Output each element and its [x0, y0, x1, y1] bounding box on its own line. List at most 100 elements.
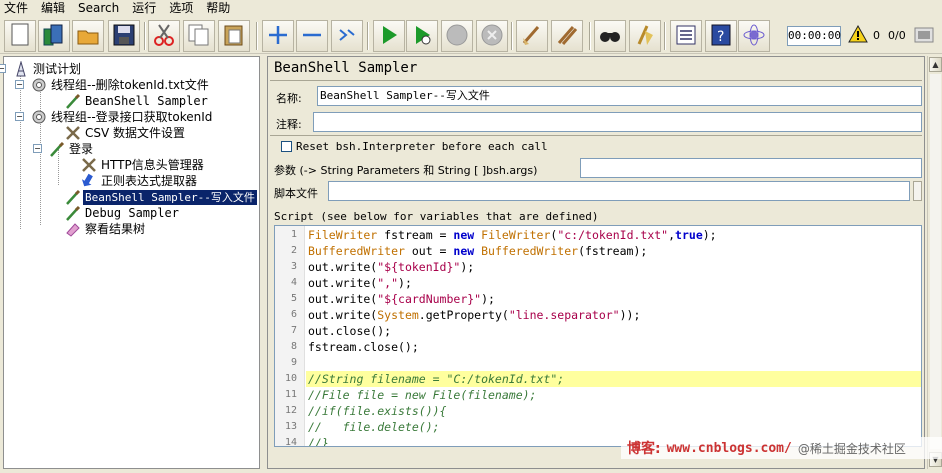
tree-node-label: 察看结果树 — [85, 221, 146, 236]
pipette-icon — [65, 93, 81, 109]
templates-button[interactable] — [38, 20, 70, 52]
menu-item[interactable]: 文件 — [4, 0, 28, 16]
thread-group-icon — [31, 77, 47, 93]
collapse-toggle-icon[interactable]: − — [33, 144, 42, 153]
shutdown-button[interactable] — [476, 20, 508, 52]
menu-item[interactable]: 帮助 — [206, 0, 230, 16]
clear-button[interactable] — [516, 20, 548, 52]
warning-icon[interactable] — [848, 24, 868, 48]
tree-node-results-tree[interactable]: 察看结果树 — [65, 221, 147, 237]
save-button[interactable] — [108, 20, 140, 52]
code-line: // file.delete(); — [308, 420, 440, 434]
browse-button[interactable] — [913, 181, 922, 201]
collapse-toggle-icon[interactable]: − — [15, 112, 24, 121]
line-number: 10 — [284, 373, 297, 384]
script-file-label: 脚本文件 — [274, 187, 318, 200]
new-button[interactable] — [4, 20, 36, 52]
code-line: BufferedWriter out = new BufferedWriter(… — [308, 244, 648, 258]
test-plan-tree[interactable]: 测试计划 − 线程组--删除tokenId.txt文件 − BeanShell Samp… — [0, 56, 260, 469]
error-count: 0 — [873, 29, 880, 42]
tree-node-label: BeanShell Sampler — [85, 93, 208, 108]
tree-node-http-header-manager[interactable]: HTTP信息头管理器 — [81, 157, 206, 173]
line-number-gutter: 1 2 3 4 5 6 7 8 9 10 11 12 13 14 — [275, 226, 305, 447]
new-icon — [9, 23, 31, 50]
line-number: 7 — [290, 325, 297, 336]
scroll-track[interactable] — [930, 74, 941, 449]
script-file-field[interactable] — [328, 181, 910, 201]
tree-node-label: 正则表达式提取器 — [101, 173, 198, 188]
open-button[interactable] — [72, 20, 104, 52]
code-line: //File file = new File(filename); — [308, 388, 537, 402]
stop-button[interactable] — [441, 20, 473, 52]
code-line: //String filename = "C:/tokenId.txt"; — [306, 371, 921, 387]
listener-icon — [65, 221, 81, 237]
line-number: 8 — [290, 341, 297, 352]
tree-node-label: 测试计划 — [33, 61, 82, 76]
tree-node-login[interactable]: 登录 — [49, 141, 95, 157]
elapsed-time: 00:00:00 — [787, 26, 841, 46]
tree-connector — [20, 69, 21, 229]
remote-button[interactable] — [738, 20, 770, 52]
menu-item[interactable]: 运行 — [132, 0, 156, 16]
tree-node-label: BeanShell Sampler--写入文件 — [83, 189, 257, 205]
tree-node-csv-data-set[interactable]: CSV 数据文件设置 — [65, 125, 187, 141]
tree-node-debug-sampler[interactable]: Debug Sampler — [65, 205, 181, 221]
remote-status-icon — [912, 25, 936, 50]
svg-text:?: ? — [717, 29, 724, 45]
pipette-icon — [65, 205, 81, 221]
params-field[interactable] — [580, 158, 922, 178]
reset-interpreter-label: Reset bsh.Interpreter before each call — [296, 140, 548, 153]
pipette-icon — [49, 141, 65, 157]
params-label: 参数 (-> String Parameters 和 String [ ]bsh… — [274, 164, 538, 177]
tree-node-label: CSV 数据文件设置 — [85, 125, 186, 140]
name-field[interactable]: BeanShell Sampler--写入文件 — [317, 86, 922, 106]
tree-node-test-plan[interactable]: 测试计划 — [13, 60, 83, 77]
watermark-prefix: 博客: — [627, 441, 661, 457]
reset-search-icon — [633, 23, 657, 50]
cut-button[interactable] — [148, 20, 180, 52]
expand-button[interactable] — [262, 20, 294, 52]
remote-icon — [742, 23, 766, 50]
menu-item[interactable]: Search — [78, 0, 119, 16]
tree-node-thread-group-delete[interactable]: 线程组--删除tokenId.txt文件 — [31, 77, 211, 93]
search-button[interactable] — [594, 20, 626, 52]
paste-button[interactable] — [218, 20, 250, 52]
toggle-button[interactable] — [331, 20, 363, 52]
function-helper-button[interactable] — [670, 20, 702, 52]
scroll-up-button[interactable]: ▲ — [929, 57, 942, 72]
copy-button[interactable] — [183, 20, 215, 52]
line-number: 5 — [290, 293, 297, 304]
menu-item[interactable]: 编辑 — [41, 0, 65, 16]
tree-node-thread-group-login[interactable]: 线程组--登录接口获取tokenId — [31, 109, 214, 125]
tree-node-beanshell-write-file[interactable]: BeanShell Sampler--写入文件 — [65, 189, 257, 205]
comment-field[interactable] — [313, 112, 922, 132]
toolbar-separator — [367, 22, 369, 50]
reset-interpreter-checkbox[interactable] — [281, 141, 292, 152]
tree-node-regex-extractor[interactable]: 正则表达式提取器 — [81, 173, 199, 189]
help-button[interactable]: ? — [705, 20, 737, 52]
collapse-toggle-icon[interactable]: − — [0, 64, 6, 73]
start-icon — [377, 23, 401, 50]
code-line: out.close(); — [308, 324, 392, 338]
collapse-button[interactable] — [296, 20, 328, 52]
toolbar-separator — [256, 22, 258, 50]
reset-search-button[interactable] — [629, 20, 661, 52]
start-no-pause-button[interactable] — [406, 20, 438, 52]
panel-title: BeanShell Sampler — [274, 60, 418, 76]
copy-icon — [187, 23, 211, 50]
divider — [270, 135, 922, 136]
start-button[interactable] — [373, 20, 405, 52]
function-helper-icon — [674, 23, 698, 50]
script-editor[interactable]: 1 2 3 4 5 6 7 8 9 10 11 12 13 14 FileWriter fstream =… — [274, 225, 922, 447]
vertical-scrollbar[interactable]: ▲ ▼ — [927, 56, 942, 469]
tree-node-label: 线程组--删除tokenId.txt文件 — [51, 77, 209, 92]
tree-node-beanshell-sampler[interactable]: BeanShell Sampler — [65, 93, 210, 109]
menu-item[interactable]: 选项 — [169, 0, 193, 16]
toolbar-separator — [511, 22, 513, 50]
code-line: //if(file.exists()){ — [308, 404, 447, 418]
collapse-toggle-icon[interactable]: − — [15, 80, 24, 89]
toolbar-separator — [664, 22, 666, 50]
tree-node-label: 线程组--登录接口获取tokenId — [51, 109, 213, 124]
clear-all-button[interactable] — [551, 20, 583, 52]
line-number: 14 — [284, 437, 297, 447]
